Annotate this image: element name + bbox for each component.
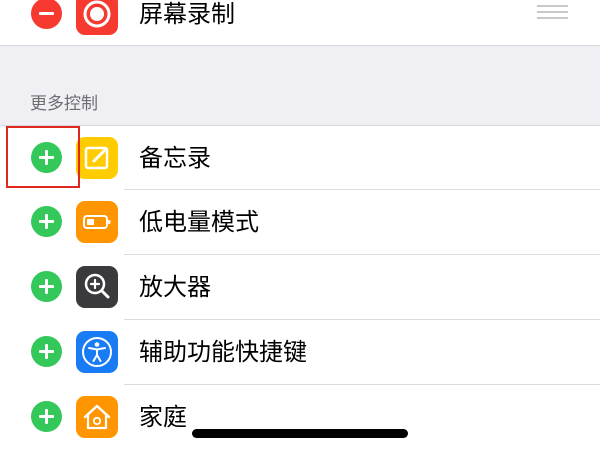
control-row-accessibility-shortcut: 辅助功能快捷键 (0, 320, 600, 384)
magnifier-icon (76, 266, 118, 308)
low-power-battery-icon (76, 201, 118, 243)
control-label: 屏幕录制 (139, 0, 235, 28)
add-button[interactable] (31, 401, 62, 432)
accessibility-icon (76, 331, 118, 373)
section-header-more-controls: 更多控制 (30, 94, 98, 114)
control-label: 备忘录 (139, 144, 211, 172)
control-row-notes: 备忘录 (0, 126, 600, 190)
minus-icon (39, 12, 54, 15)
home-icon (76, 396, 118, 438)
control-row-low-power-mode: 低电量模式 (0, 190, 600, 254)
add-button[interactable] (31, 271, 62, 302)
control-row-home: 家庭 (0, 385, 600, 449)
control-row-screen-recording: 屏幕录制 (0, 0, 600, 46)
more-controls-list: 备忘录 低电量模式 放大器 辅助功能快捷键 家庭 (0, 125, 600, 450)
control-label: 放大器 (139, 273, 211, 301)
control-label: 家庭 (139, 403, 187, 431)
highlight-annotation-box (6, 126, 80, 188)
add-button[interactable] (31, 336, 62, 367)
notes-icon (76, 137, 118, 179)
reorder-handle-icon[interactable] (537, 5, 568, 21)
control-label: 低电量模式 (139, 208, 259, 236)
home-indicator[interactable] (192, 429, 408, 438)
screen-record-icon (76, 0, 118, 35)
remove-button[interactable] (31, 0, 62, 29)
included-controls-card: 屏幕录制 (0, 0, 600, 46)
control-row-magnifier: 放大器 (0, 255, 600, 319)
add-button[interactable] (31, 206, 62, 237)
control-label: 辅助功能快捷键 (139, 338, 307, 366)
